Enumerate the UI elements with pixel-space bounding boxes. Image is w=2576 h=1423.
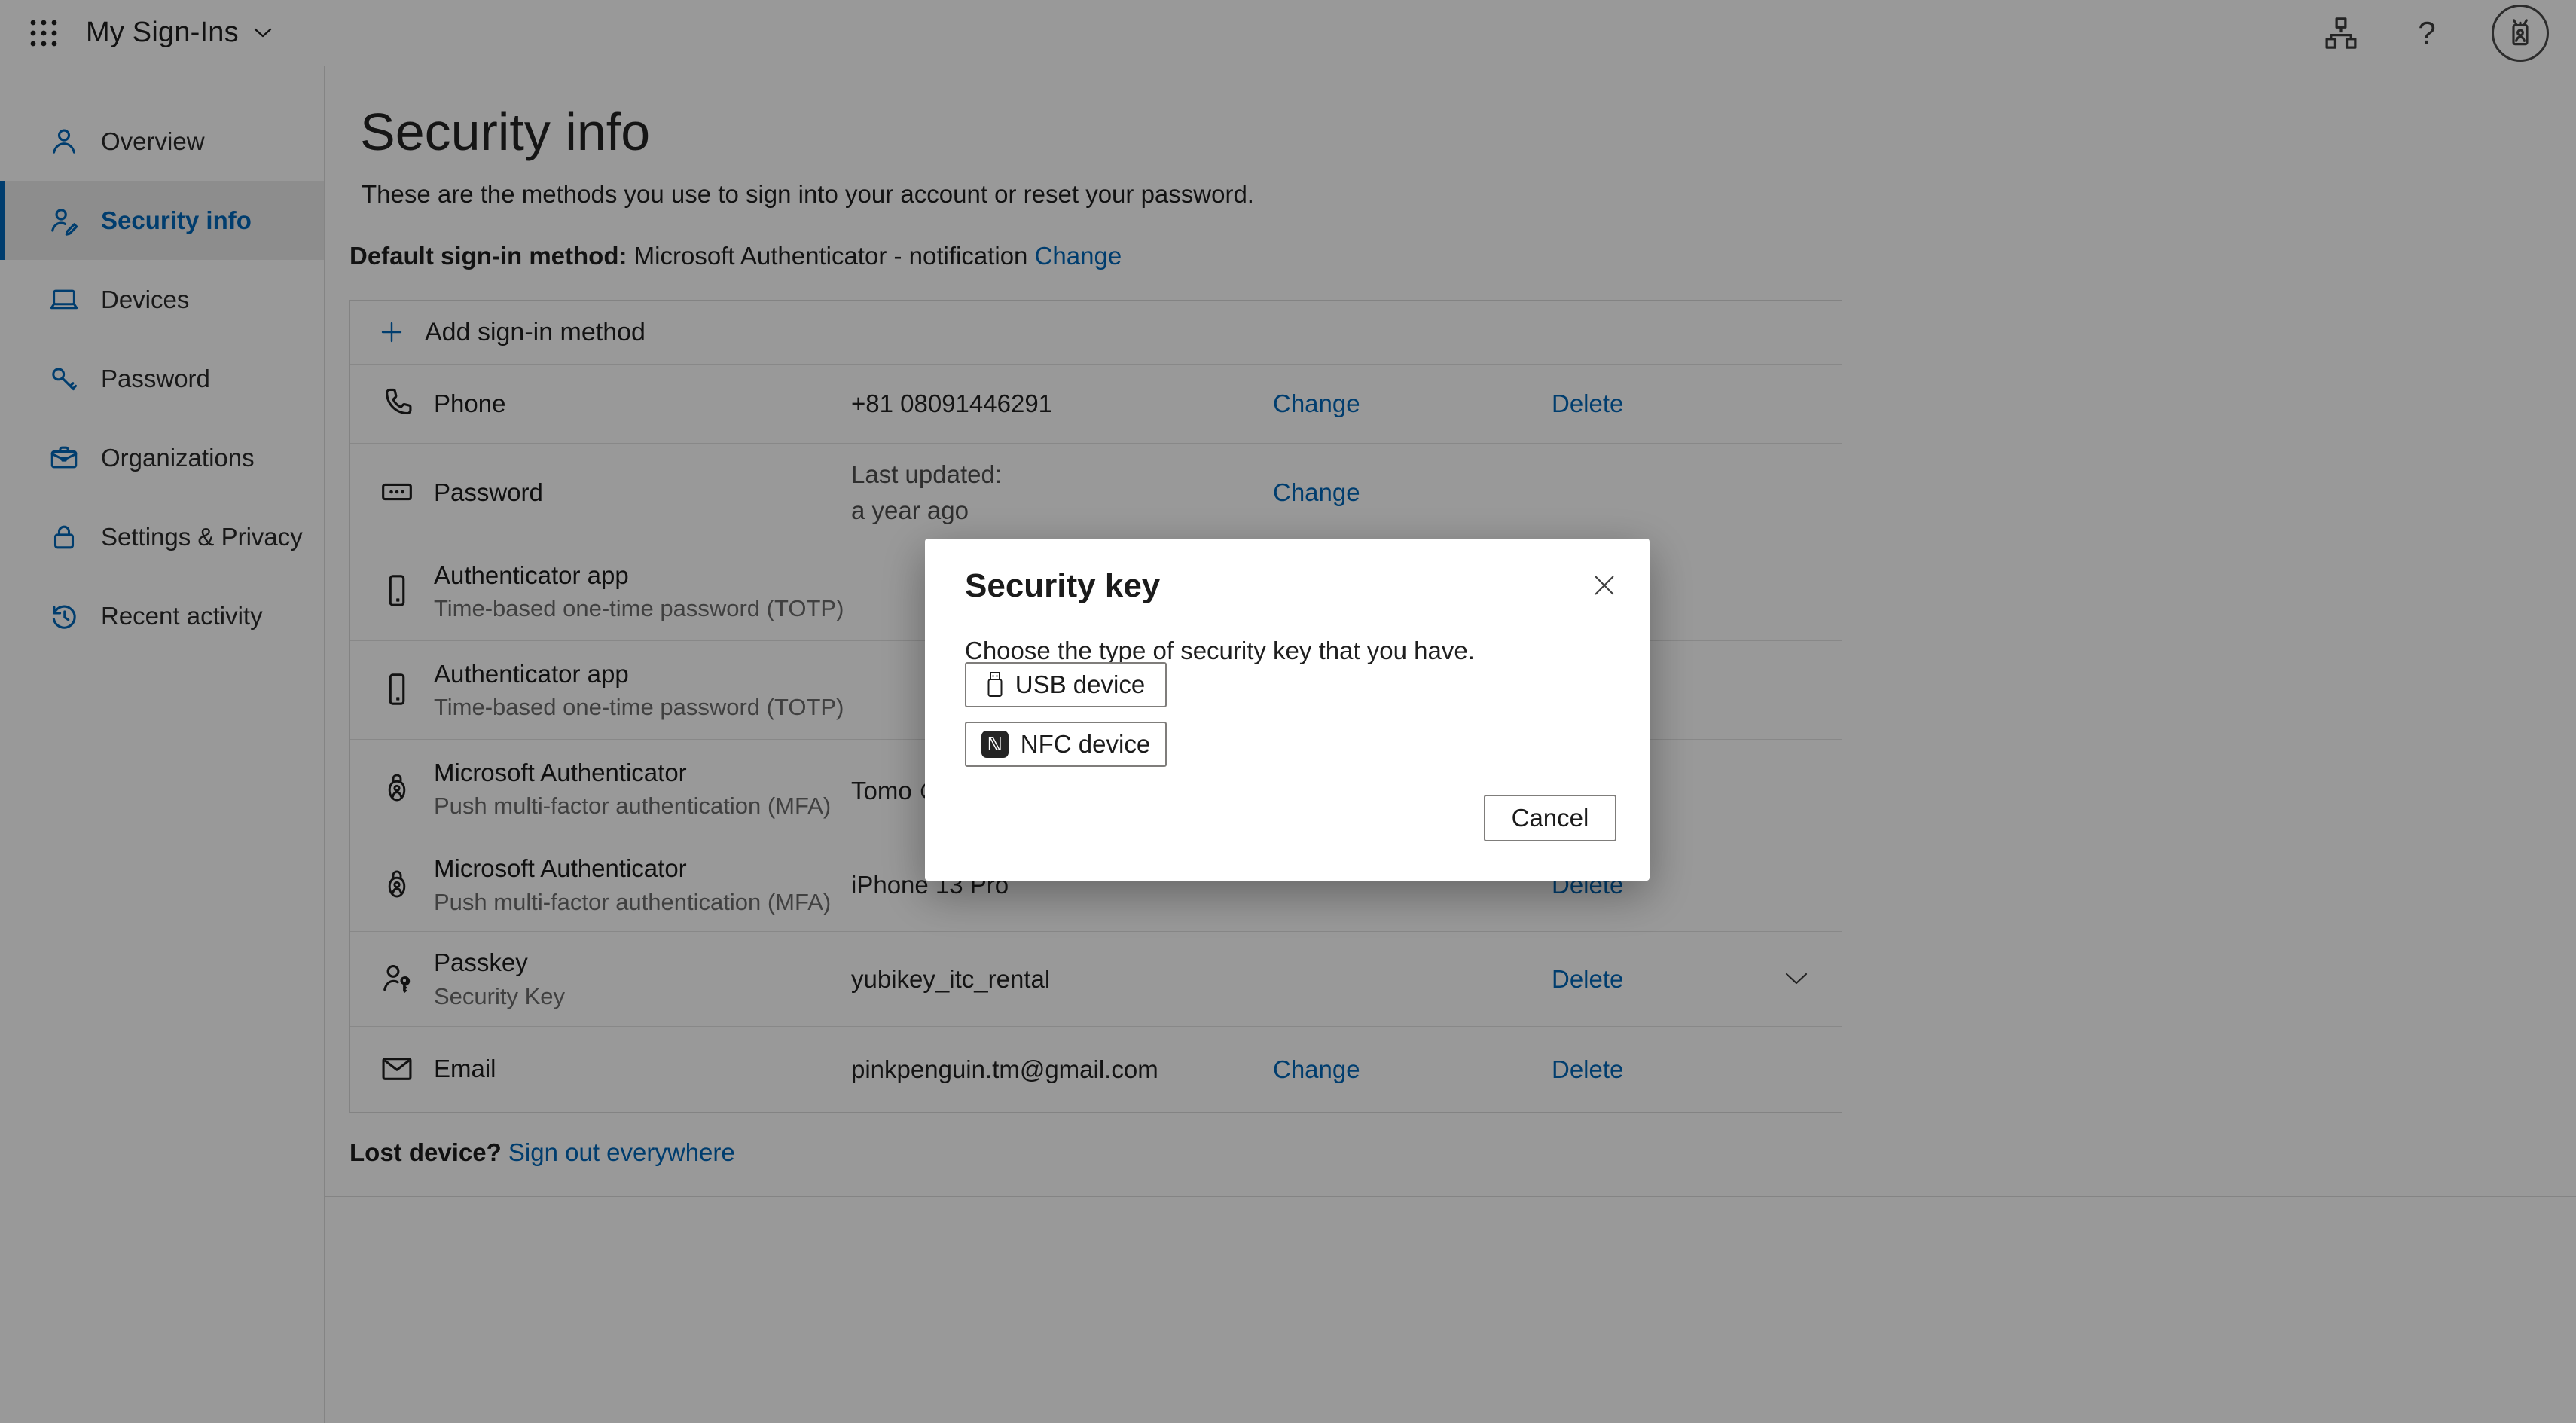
close-icon[interactable] [1585, 566, 1624, 605]
usb-device-button[interactable]: USB device [965, 662, 1167, 707]
usb-device-label: USB device [1015, 670, 1145, 699]
nfc-device-button[interactable]: ℕ NFC device [965, 722, 1167, 767]
security-key-dialog: Security key Choose the type of security… [925, 539, 1650, 881]
dialog-description: Choose the type of security key that you… [965, 637, 1475, 665]
usb-drive-icon [987, 671, 1003, 698]
cancel-button[interactable]: Cancel [1484, 795, 1616, 841]
nfc-device-label: NFC device [1021, 730, 1150, 759]
dialog-title: Security key [965, 567, 1160, 605]
nfc-icon: ℕ [981, 731, 1009, 758]
